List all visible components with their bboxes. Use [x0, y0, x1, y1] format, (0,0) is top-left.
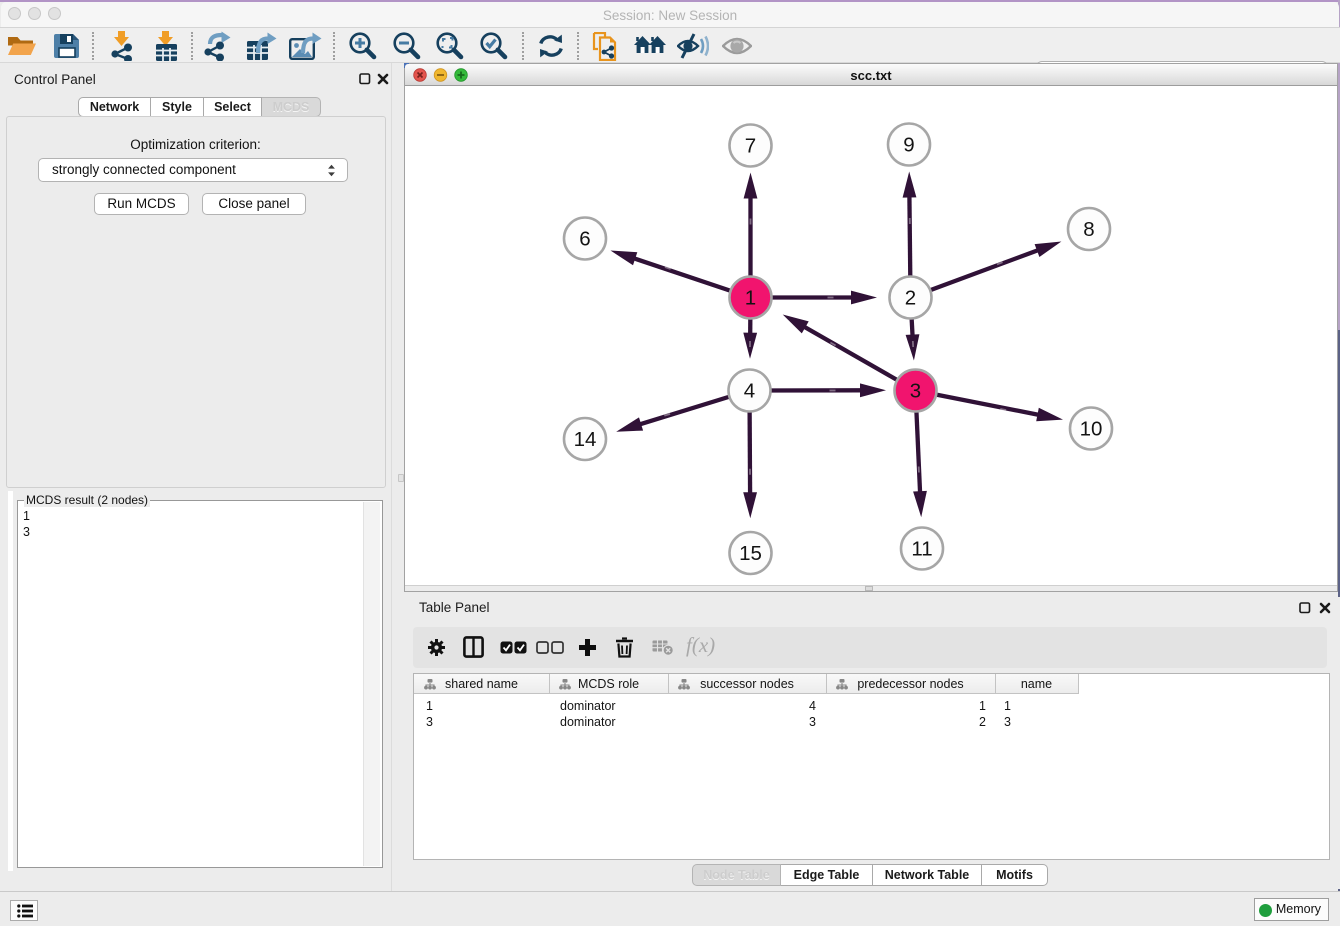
svg-text:9: 9 — [903, 134, 914, 157]
svg-text:2: 2 — [905, 287, 916, 310]
svg-text:11: 11 — [911, 538, 932, 561]
svg-text:6: 6 — [579, 228, 590, 251]
svg-text:8: 8 — [1083, 218, 1094, 241]
svg-text:15: 15 — [739, 542, 762, 565]
svg-text:14: 14 — [574, 428, 597, 451]
svg-text:1: 1 — [745, 287, 756, 310]
svg-text:3: 3 — [910, 380, 921, 403]
svg-text:7: 7 — [745, 135, 756, 158]
svg-text:10: 10 — [1080, 418, 1103, 441]
svg-text:4: 4 — [744, 380, 755, 403]
